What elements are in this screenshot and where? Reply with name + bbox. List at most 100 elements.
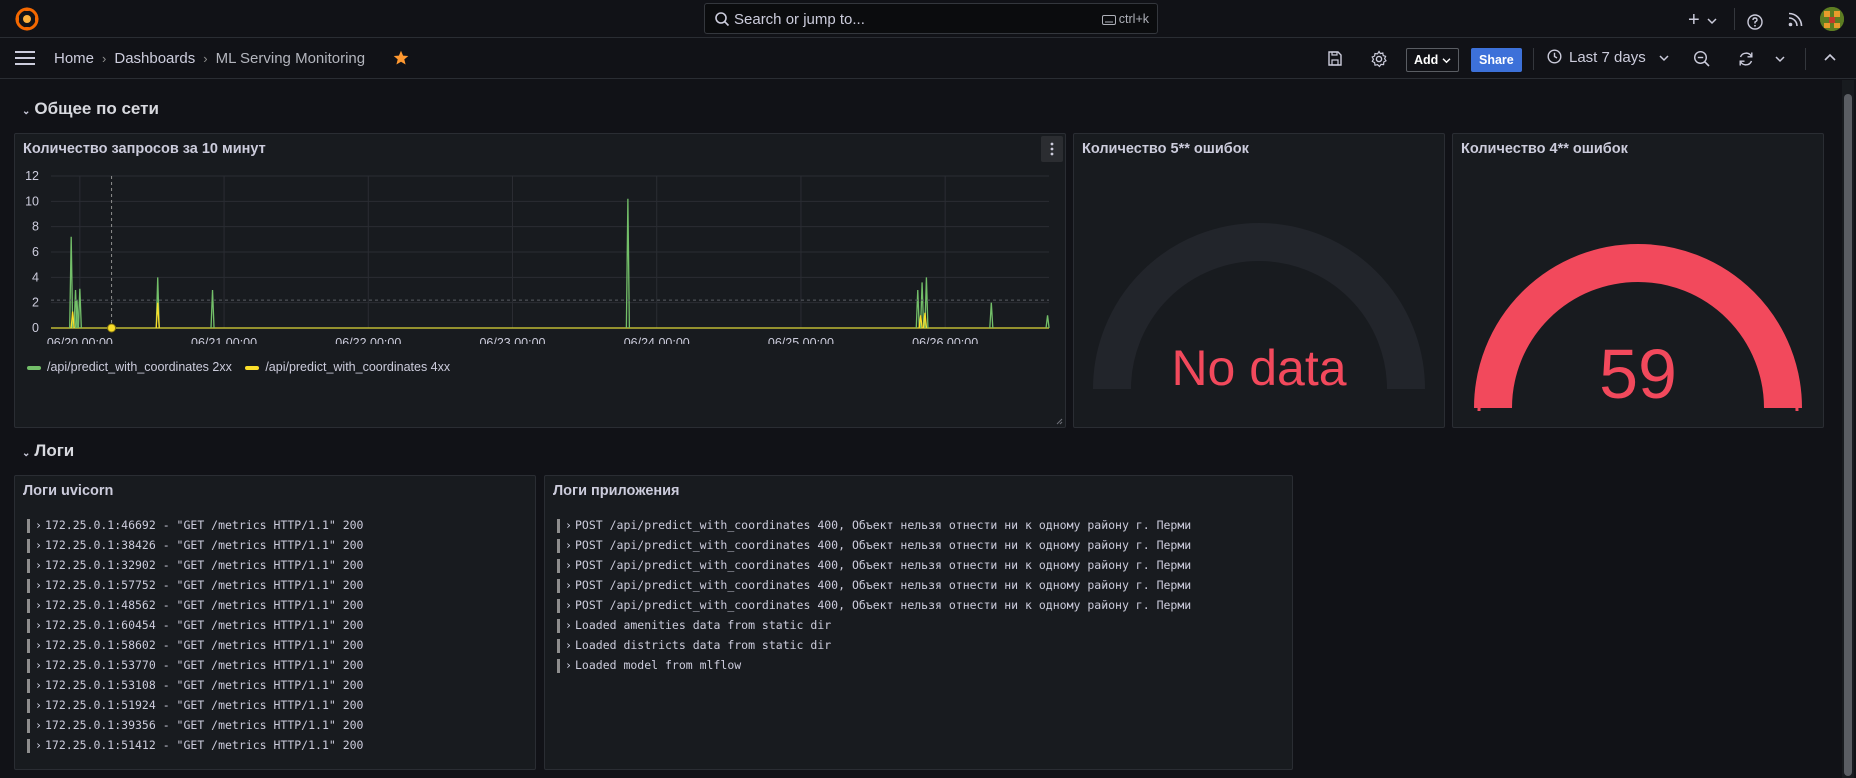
log-line[interactable]: › 172.25.0.1:46692 - "GET /metrics HTTP/1… (27, 518, 364, 533)
log-level-indicator (557, 538, 560, 553)
series-spike-2xx (989, 302, 994, 329)
clock-icon (1547, 49, 1562, 64)
expand-chevron-icon[interactable]: › (35, 718, 45, 732)
row-header-logs[interactable]: ⌄ Логи (22, 441, 74, 461)
log-text: POST /api/predict_with_coordinates 400, … (575, 578, 1192, 592)
log-line[interactable]: › 172.25.0.1:58602 - "GET /metrics HTTP/1… (27, 638, 364, 653)
panel-menu-button[interactable] (1041, 136, 1063, 162)
resize-handle-icon[interactable] (1056, 418, 1063, 425)
save-icon[interactable] (1326, 50, 1344, 68)
expand-chevron-icon[interactable]: › (565, 638, 575, 652)
expand-chevron-icon[interactable]: › (565, 578, 575, 592)
settings-gear-icon[interactable] (1370, 50, 1388, 68)
breadcrumb-current: ML Serving Monitoring (215, 50, 366, 67)
panel-4xx-errors[interactable]: Количество 4** ошибок 59 (1452, 133, 1824, 428)
log-line[interactable]: › 172.25.0.1:53770 - "GET /metrics HTTP/1… (27, 658, 364, 673)
expand-chevron-icon[interactable]: › (35, 578, 45, 592)
log-line[interactable]: › POST /api/predict_with_coordinates 400,… (557, 538, 1191, 553)
x-tick-label: 06/21 00:00 (191, 336, 257, 344)
log-line[interactable]: › Loaded model from mlflow (557, 658, 741, 673)
expand-chevron-icon[interactable]: › (565, 658, 575, 672)
expand-chevron-icon[interactable]: › (565, 538, 575, 552)
log-line[interactable]: › POST /api/predict_with_coordinates 400,… (557, 578, 1191, 593)
expand-chevron-icon[interactable]: › (565, 558, 575, 572)
legend-label: /api/predict_with_coordinates 2xx (47, 360, 232, 374)
legend-label: /api/predict_with_coordinates 4xx (265, 360, 451, 374)
log-line[interactable]: › 172.25.0.1:60454 - "GET /metrics HTTP/1… (27, 618, 364, 633)
log-level-indicator (27, 538, 30, 553)
breadcrumb: Home › Dashboards › ML Serving Monitoring (54, 50, 365, 67)
expand-chevron-icon[interactable]: › (35, 538, 45, 552)
expand-chevron-icon[interactable]: › (35, 518, 45, 532)
add-button[interactable]: Add (1406, 48, 1459, 72)
new-menu-button[interactable]: + (1688, 9, 1717, 31)
expand-chevron-icon[interactable]: › (565, 618, 575, 632)
menu-icon[interactable] (15, 51, 35, 65)
expand-chevron-icon[interactable]: › (35, 558, 45, 572)
requests-time-series-chart[interactable]: 0 2 4 6 8 10 12 06/20 00:00 06/21 00:00 06/22 00:… (15, 164, 1065, 344)
x-tick-label: 06/24 00:00 (624, 336, 690, 344)
panel-5xx-errors[interactable]: Количество 5** ошибок No data (1073, 133, 1445, 428)
share-button[interactable]: Share (1471, 48, 1522, 72)
scrollbar-thumb[interactable] (1844, 94, 1852, 776)
log-text: 172.25.0.1:58602 - "GET /metrics HTTP/1.… (45, 638, 364, 652)
expand-chevron-icon[interactable]: › (35, 658, 45, 672)
grafana-logo-icon[interactable] (14, 6, 40, 32)
expand-chevron-icon[interactable]: › (35, 678, 45, 692)
expand-chevron-icon[interactable]: › (565, 598, 575, 612)
refresh-icon[interactable] (1737, 50, 1755, 68)
page-scrollbar[interactable] (1842, 80, 1854, 778)
panel-requests[interactable]: Количество запросов за 10 минут 0 2 4 6 8 10 1… (14, 133, 1066, 428)
log-line[interactable]: › 172.25.0.1:51924 - "GET /metrics HTTP/1… (27, 698, 364, 713)
log-text: Loaded districts data from static dir (575, 638, 832, 652)
panel-title: Количество 4** ошибок (1461, 141, 1628, 157)
x-tick-label: 06/26 00:00 (912, 336, 978, 344)
shortcut-label: ctrl+k (1118, 12, 1149, 26)
collapse-chevron-up-icon[interactable] (1824, 53, 1836, 62)
log-line[interactable]: › 172.25.0.1:38426 - "GET /metrics HTTP/1… (27, 538, 364, 553)
log-line[interactable]: › POST /api/predict_with_coordinates 400,… (557, 558, 1191, 573)
expand-chevron-icon[interactable]: › (35, 738, 45, 752)
expand-chevron-icon[interactable]: › (35, 698, 45, 712)
breadcrumb-dashboards[interactable]: Dashboards (114, 50, 195, 67)
log-line[interactable]: › 172.25.0.1:48562 - "GET /metrics HTTP/1… (27, 598, 364, 613)
log-text: POST /api/predict_with_coordinates 400, … (575, 558, 1192, 572)
search-icon (715, 12, 730, 27)
log-line[interactable]: › Loaded amenities data from static dir (557, 618, 831, 633)
log-text: 172.25.0.1:39356 - "GET /metrics HTTP/1.… (45, 718, 364, 732)
zoom-out-icon[interactable] (1693, 50, 1711, 68)
legend-item-2xx[interactable]: /api/predict_with_coordinates 2xx (27, 360, 232, 374)
legend-item-4xx[interactable]: /api/predict_with_coordinates 4xx (245, 360, 450, 374)
search-input[interactable]: Search or jump to... ctrl+k (704, 3, 1158, 34)
chevron-down-icon (1659, 55, 1669, 62)
row-header-network[interactable]: ⌄ Общее по сети (22, 99, 159, 119)
time-range-picker[interactable]: Last 7 days (1547, 49, 1669, 66)
expand-chevron-icon[interactable]: › (35, 638, 45, 652)
log-line[interactable]: › Loaded districts data from static dir (557, 638, 831, 653)
news-feed-icon[interactable] (1788, 12, 1803, 27)
expand-chevron-icon[interactable]: › (565, 518, 575, 532)
panel-uvicorn-logs[interactable]: Логи uvicorn › 172.25.0.1:46692 - "GET /m… (14, 475, 536, 770)
log-line[interactable]: › POST /api/predict_with_coordinates 400,… (557, 598, 1191, 613)
log-line[interactable]: › 172.25.0.1:32902 - "GET /metrics HTTP/1… (27, 558, 364, 573)
log-line[interactable]: › 172.25.0.1:53108 - "GET /metrics HTTP/1… (27, 678, 364, 693)
breadcrumb-separator: › (102, 51, 107, 66)
row-title: Общее по сети (34, 99, 159, 118)
log-line[interactable]: › 172.25.0.1:57752 - "GET /metrics HTTP/1… (27, 578, 364, 593)
log-level-indicator (27, 678, 30, 693)
panel-app-logs[interactable]: Логи приложения › POST /api/predict_with_… (544, 475, 1293, 770)
expand-chevron-icon[interactable]: › (35, 618, 45, 632)
log-line[interactable]: › 172.25.0.1:39356 - "GET /metrics HTTP/1… (27, 718, 364, 733)
log-level-indicator (557, 558, 560, 573)
breadcrumb-home[interactable]: Home (54, 50, 94, 67)
expand-chevron-icon[interactable]: › (35, 598, 45, 612)
y-tick-label: 2 (32, 296, 39, 310)
log-line[interactable]: › POST /api/predict_with_coordinates 400,… (557, 518, 1191, 533)
help-icon[interactable] (1747, 11, 1763, 33)
log-line[interactable]: › 172.25.0.1:51412 - "GET /metrics HTTP/1… (27, 738, 364, 753)
log-level-indicator (27, 598, 30, 613)
user-avatar[interactable] (1820, 7, 1844, 31)
refresh-interval-chevron-icon[interactable] (1775, 55, 1785, 63)
log-text: 172.25.0.1:57752 - "GET /metrics HTTP/1.… (45, 578, 364, 592)
star-icon[interactable] (393, 50, 409, 66)
